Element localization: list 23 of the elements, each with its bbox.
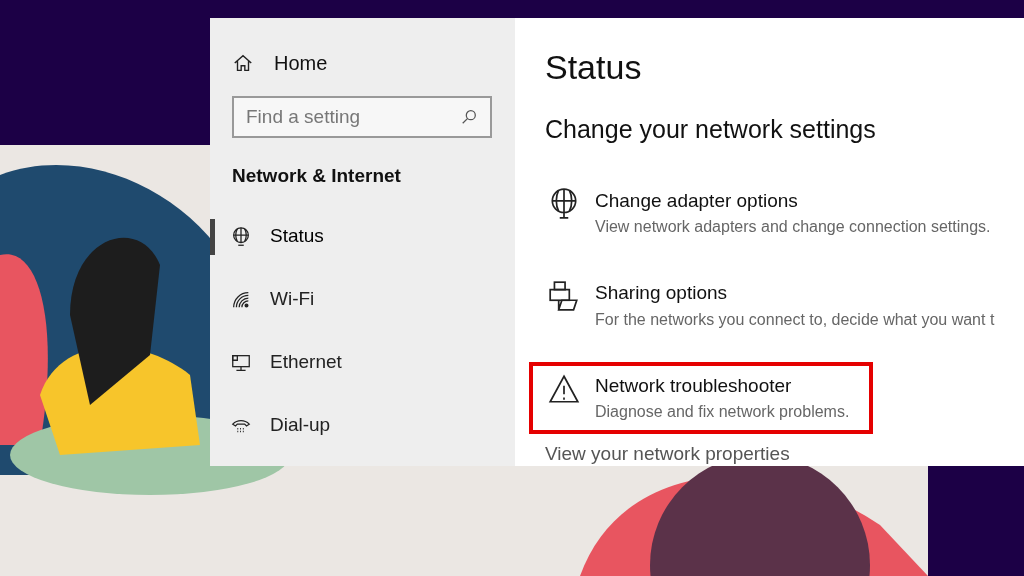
option-title: Sharing options (595, 281, 729, 305)
section-heading: Change your network settings (545, 114, 877, 145)
home-icon (232, 52, 254, 74)
settings-option[interactable]: Network troubleshooter Diagnose and fix network problems. (529, 361, 874, 434)
search-field[interactable]: Find a setting (232, 96, 492, 138)
settings-option[interactable]: Change adapter options View network adapters and change connection settings. (529, 176, 1015, 249)
printer-folder-icon (547, 279, 581, 313)
option-description: Diagnose and fix network problems. (595, 402, 850, 422)
option-description: View network adapters and change connection settings. (595, 217, 991, 237)
nav-item[interactable]: Wi-Fi (230, 285, 315, 314)
option-title: Change adapter options (595, 188, 799, 213)
properties-link[interactable]: View your network properties (545, 440, 790, 466)
nav-item[interactable]: Ethernet (230, 348, 342, 377)
home-link[interactable]: Home (210, 50, 328, 76)
search-icon (460, 108, 478, 126)
section-title: Network & Internet (232, 164, 402, 188)
option-description: For the networks you connect to, decide what you want t (595, 309, 995, 330)
page-title: Status (545, 47, 643, 88)
nav-item[interactable]: Status (230, 222, 324, 251)
nav-item[interactable]: Dial-up (230, 411, 331, 440)
option-title: Network troubleshooter (595, 373, 793, 398)
settings-option[interactable]: Sharing options For the networks you connect to, decide what you want t (529, 269, 1019, 342)
globe-monitor-icon (230, 225, 252, 248)
